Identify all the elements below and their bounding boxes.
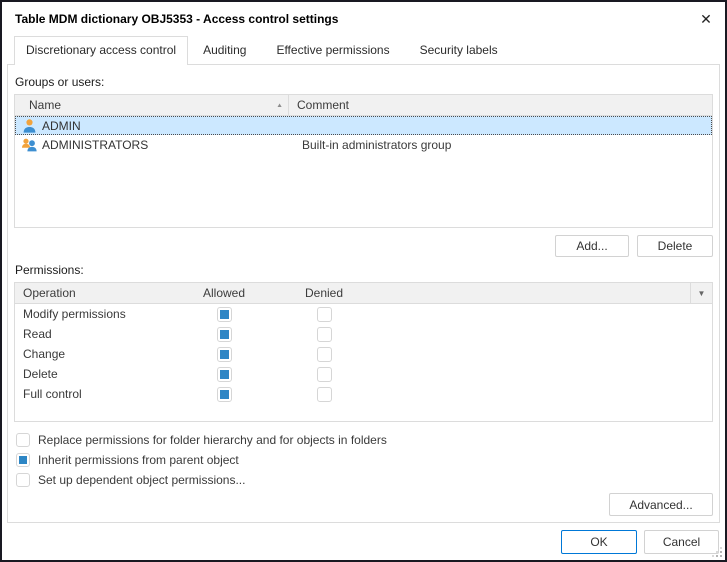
group-name: ADMIN [42, 119, 294, 133]
inherit-permissions-checkbox[interactable] [16, 453, 30, 467]
group-row-admin[interactable]: ADMIN [15, 116, 712, 135]
column-header-denied[interactable]: Denied [274, 286, 374, 300]
access-control-dialog: Table MDM dictionary OBJ5353 - Access co… [0, 0, 727, 562]
replace-permissions-label: Replace permissions for folder hierarchy… [38, 433, 387, 447]
replace-permissions-checkbox[interactable] [16, 433, 30, 447]
column-header-allowed[interactable]: Allowed [174, 286, 274, 300]
groups-list-header: Name ▲ Comment [15, 95, 712, 116]
column-options-dropdown-icon[interactable]: ▼ [690, 283, 712, 303]
groups-or-users-label: Groups or users: [15, 75, 713, 89]
cancel-button[interactable]: Cancel [644, 530, 719, 554]
resize-grip[interactable] [712, 547, 723, 558]
group-name: ADMINISTRATORS [42, 138, 294, 152]
option-inherit-permissions: Inherit permissions from parent object [16, 453, 713, 467]
denied-checkbox[interactable] [317, 307, 332, 322]
permissions-label: Permissions: [15, 263, 713, 277]
permission-row-delete: Delete [15, 364, 712, 384]
groups-list: Name ▲ Comment ADMIN [14, 94, 713, 228]
option-replace-permissions: Replace permissions for folder hierarchy… [16, 433, 713, 447]
denied-checkbox[interactable] [317, 387, 332, 402]
permission-row-full-control: Full control [15, 384, 712, 404]
column-header-name[interactable]: Name ▲ [15, 95, 289, 115]
add-button[interactable]: Add... [555, 235, 629, 257]
permissions-header: Operation Allowed Denied ▼ [15, 283, 712, 304]
denied-checkbox[interactable] [317, 347, 332, 362]
operation-label: Delete [15, 367, 174, 381]
denied-checkbox[interactable] [317, 367, 332, 382]
allowed-checkbox[interactable] [217, 327, 232, 342]
operation-label: Full control [15, 387, 174, 401]
tab-panel: Groups or users: Name ▲ Comment [7, 64, 720, 523]
option-checkboxes: Replace permissions for folder hierarchy… [14, 433, 713, 487]
titlebar: Table MDM dictionary OBJ5353 - Access co… [2, 2, 725, 36]
tab-strip: Discretionary access control Auditing Ef… [2, 36, 725, 65]
allowed-checkbox[interactable] [217, 367, 232, 382]
operation-label: Change [15, 347, 174, 361]
tab-auditing[interactable]: Auditing [188, 36, 261, 65]
groups-actions: Add... Delete [14, 235, 713, 257]
tab-security-labels[interactable]: Security labels [405, 36, 513, 65]
allowed-checkbox[interactable] [217, 347, 232, 362]
option-dependent-permissions: Set up dependent object permissions... [16, 473, 713, 487]
allowed-checkbox[interactable] [217, 387, 232, 402]
tab-effective-permissions[interactable]: Effective permissions [261, 36, 404, 65]
permission-row-read: Read [15, 324, 712, 344]
column-header-comment[interactable]: Comment [289, 95, 712, 115]
denied-checkbox[interactable] [317, 327, 332, 342]
operation-label: Modify permissions [15, 307, 174, 321]
allowed-checkbox[interactable] [217, 307, 232, 322]
close-icon[interactable]: ✕ [687, 4, 725, 34]
dialog-title: Table MDM dictionary OBJ5353 - Access co… [2, 12, 338, 26]
user-icon [21, 118, 38, 134]
users-group-icon [21, 137, 38, 153]
group-comment: Built-in administrators group [294, 138, 712, 152]
tab-discretionary-access-control[interactable]: Discretionary access control [14, 36, 188, 65]
permission-row-change: Change [15, 344, 712, 364]
advanced-button[interactable]: Advanced... [609, 493, 713, 516]
delete-button[interactable]: Delete [637, 235, 713, 257]
dependent-permissions-label: Set up dependent object permissions... [38, 473, 245, 487]
column-header-name-label: Name [29, 98, 61, 112]
inherit-permissions-label: Inherit permissions from parent object [38, 453, 239, 467]
permissions-table: Operation Allowed Denied ▼ Modify permis… [14, 282, 713, 422]
dependent-permissions-checkbox[interactable] [16, 473, 30, 487]
advanced-row: Advanced... [14, 493, 713, 516]
group-row-administrators[interactable]: ADMINISTRATORS Built-in administrators g… [15, 135, 712, 154]
column-header-operation[interactable]: Operation [15, 286, 174, 300]
sort-ascending-icon: ▲ [276, 102, 283, 108]
ok-button[interactable]: OK [561, 530, 637, 554]
column-header-comment-label: Comment [297, 98, 349, 112]
dialog-footer: OK Cancel [2, 523, 725, 560]
permission-row-modify-permissions: Modify permissions [15, 304, 712, 324]
operation-label: Read [15, 327, 174, 341]
